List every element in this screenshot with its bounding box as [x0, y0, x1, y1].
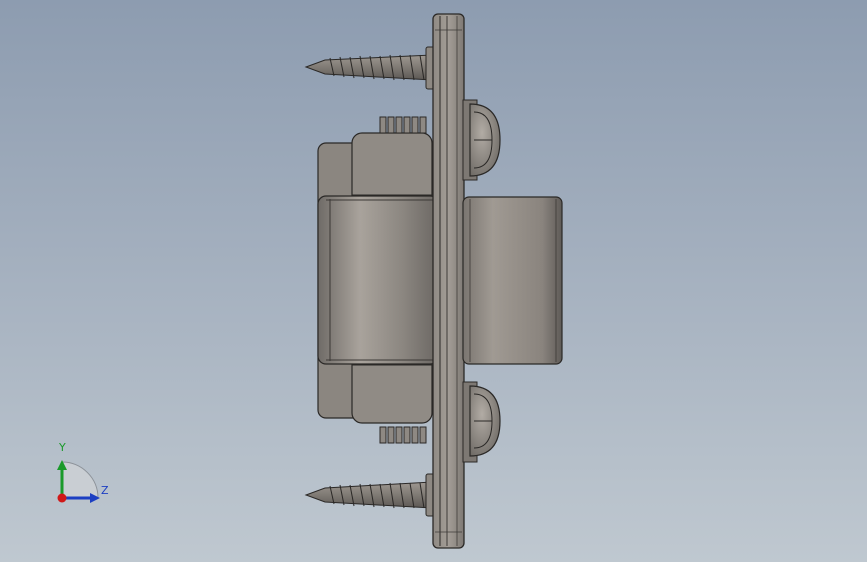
mounting-plate	[432, 13, 465, 549]
graphics-viewport[interactable]: Y Z	[0, 0, 867, 562]
lower-spring	[379, 426, 427, 444]
lower-wood-screw	[304, 473, 437, 517]
y-axis-label: Y	[59, 441, 66, 454]
upper-wood-screw	[304, 46, 437, 90]
lower-pan-head-screw	[462, 381, 501, 463]
z-axis-label: Z	[101, 484, 109, 497]
x-axis-dot-icon	[57, 493, 67, 503]
connector-model[interactable]	[0, 0, 867, 562]
orientation-triad[interactable]: Y Z	[40, 440, 130, 515]
upper-pan-head-screw	[462, 99, 501, 181]
triad-axes	[57, 460, 100, 503]
upper-spring	[379, 116, 427, 134]
right-shell	[462, 196, 563, 365]
left-housing	[317, 132, 439, 424]
